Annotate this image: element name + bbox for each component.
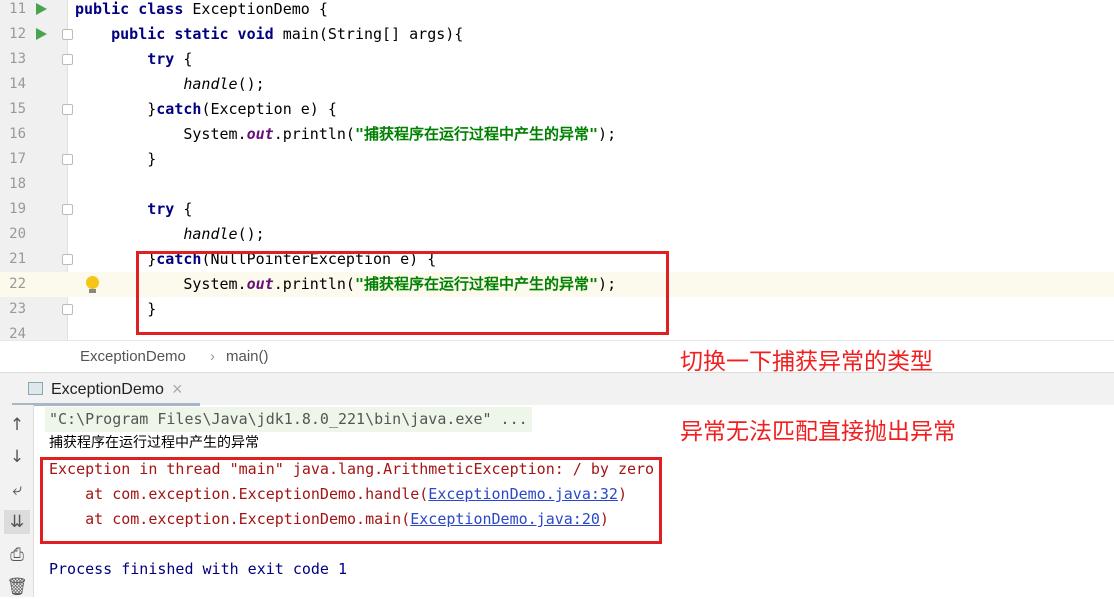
code-line[interactable]: 15 }catch(Exception e) { <box>0 97 1114 122</box>
code-text: handle(); <box>75 72 265 97</box>
console-icon <box>28 382 43 395</box>
line-number: 14 <box>9 76 26 92</box>
fold-icon[interactable] <box>62 204 73 215</box>
code-line[interactable]: 11 public class ExceptionDemo { <box>0 0 1114 22</box>
code-token: } <box>75 150 157 168</box>
line-number: 12 <box>9 26 26 42</box>
code-token: (); <box>237 75 265 93</box>
line-number: 15 <box>9 101 26 117</box>
code-token: (); <box>237 225 265 243</box>
code-token: public static void <box>111 25 283 43</box>
code-token: public class <box>75 0 193 18</box>
code-text: try { <box>75 47 192 72</box>
code-token: { <box>183 50 193 68</box>
code-token: System. <box>75 125 247 143</box>
code-token: ); <box>598 125 617 143</box>
fold-icon[interactable] <box>62 254 73 265</box>
line-number: 11 <box>9 1 26 17</box>
code-text: try { <box>75 197 192 222</box>
line-number: 20 <box>9 226 26 242</box>
close-icon[interactable]: × <box>172 379 183 400</box>
code-text: public static void main(String[] args){ <box>75 22 463 47</box>
code-token: handle <box>183 225 238 243</box>
code-line[interactable]: 18 <box>0 172 1114 197</box>
fold-icon[interactable] <box>62 54 73 65</box>
print-icon[interactable]: ⎙ <box>4 543 30 567</box>
code-token: (Exception e) { <box>201 100 337 118</box>
highlight-box-exception <box>40 457 662 544</box>
code-text: public class ExceptionDemo { <box>75 0 328 22</box>
breadcrumb-separator: › <box>210 348 215 365</box>
annotation-switch-type: 切换一下捕获异常的类型 <box>680 349 933 375</box>
code-line[interactable]: 17 } <box>0 147 1114 172</box>
breadcrumb: ExceptionDemo › main() <box>0 340 1114 372</box>
trash-icon[interactable]: 🗑 <box>4 575 30 599</box>
code-token: try <box>147 200 184 218</box>
line-number: 19 <box>9 201 26 217</box>
line-number: 17 <box>9 151 26 167</box>
code-line[interactable]: 12 public static void main(String[] args… <box>0 22 1114 47</box>
code-line[interactable]: 19 try { <box>0 197 1114 222</box>
fold-icon[interactable] <box>62 29 73 40</box>
console-command: "C:\Program Files\Java\jdk1.8.0_221\bin\… <box>45 407 532 432</box>
code-token: .println( <box>273 125 355 143</box>
console-output: 捕获程序在运行过程中产生的异常 <box>49 435 259 451</box>
fold-icon[interactable] <box>62 154 73 165</box>
code-token: handle <box>183 75 238 93</box>
scroll-to-end-icon[interactable]: ⇊ <box>4 510 30 534</box>
fold-icon[interactable] <box>62 304 73 315</box>
run-tab-bar: ExceptionDemo × <box>0 372 1114 406</box>
code-token: { <box>183 200 193 218</box>
line-number: 24 <box>9 326 26 340</box>
code-token: try <box>147 50 184 68</box>
code-token: "捕获程序在运行过程中产生的异常" <box>354 125 599 143</box>
breadcrumb-method[interactable]: main() <box>226 341 269 373</box>
highlight-box-catch <box>136 251 669 335</box>
annotation-uncaught: 异常无法匹配直接抛出异常 <box>680 419 956 445</box>
code-line[interactable]: 13 try { <box>0 47 1114 72</box>
line-number: 16 <box>9 126 26 142</box>
code-text: } <box>75 147 156 172</box>
line-number: 22 <box>9 276 26 292</box>
code-line[interactable]: 14 handle(); <box>0 72 1114 97</box>
soft-wrap-icon[interactable]: ⤶ <box>4 478 30 502</box>
fold-icon[interactable] <box>62 104 73 115</box>
console-toolbar: ↑ ↓ ⤶ ⇊ ⎙ 🗑 <box>0 405 34 597</box>
code-text: System.out.println("捕获程序在运行过程中产生的异常"); <box>75 122 616 147</box>
line-number: 13 <box>9 51 26 67</box>
code-text: handle(); <box>75 222 265 247</box>
code-line[interactable]: 20 handle(); <box>0 222 1114 247</box>
code-token: catch <box>156 100 202 118</box>
arrow-up-icon[interactable]: ↑ <box>4 413 30 437</box>
code-token: } <box>75 100 157 118</box>
breadcrumb-class[interactable]: ExceptionDemo <box>80 341 186 373</box>
code-token: out <box>246 125 274 143</box>
run-tab-label: ExceptionDemo <box>51 381 164 398</box>
code-text: }catch(Exception e) { <box>75 97 337 122</box>
line-number: 23 <box>9 301 26 317</box>
code-token: ExceptionDemo { <box>192 0 328 18</box>
run-icon[interactable] <box>36 28 47 40</box>
code-token: main(String[] args){ <box>282 25 464 43</box>
run-icon[interactable] <box>36 3 47 15</box>
console-exit: Process finished with exit code 1 <box>49 560 348 578</box>
run-tab[interactable]: ExceptionDemo × <box>12 373 200 406</box>
line-number: 18 <box>9 176 26 192</box>
arrow-down-icon[interactable]: ↓ <box>4 445 30 469</box>
code-line[interactable]: 16 System.out.println("捕获程序在运行过程中产生的异常")… <box>0 122 1114 147</box>
line-number: 21 <box>9 251 26 267</box>
